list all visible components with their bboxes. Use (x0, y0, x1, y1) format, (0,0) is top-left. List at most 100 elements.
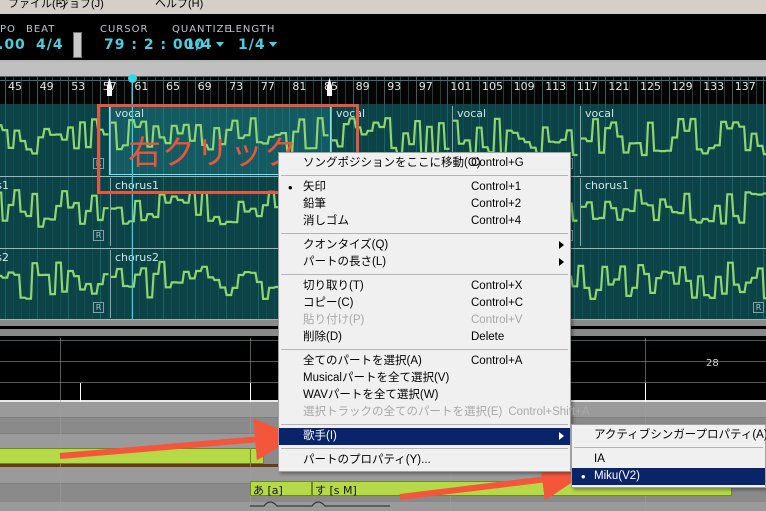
menu-item-accelerator: Control+Shift+A (508, 406, 590, 418)
menu-item-accelerator: Control+G (471, 157, 524, 169)
length-value[interactable]: 1/4 (238, 37, 266, 53)
ruler-tick (668, 77, 670, 104)
menu-separator (574, 447, 763, 448)
menu-item-job[interactable]: ジョブ(J) (58, 0, 104, 11)
record-enable-badge[interactable]: R (93, 230, 104, 241)
checkmark-icon: • (581, 469, 586, 484)
menu-item[interactable]: 削除(D) Delete (279, 329, 570, 346)
ruler-top-bar[interactable] (0, 62, 766, 76)
singer-submenu[interactable]: アクティブシンガープロパティ(A)... IA • Miku(V2) (571, 424, 766, 488)
menu-bar[interactable]: ファイル(F) ジョブ(J) ヘルプ(H) (0, 0, 766, 14)
ruler-tick (637, 77, 638, 104)
menu-item[interactable]: WAVパートを全て選択(W) (279, 387, 570, 404)
menu-item[interactable]: クオンタイズ(Q) (279, 237, 570, 254)
menu-separator (281, 274, 568, 275)
context-menu[interactable]: ソングポジションをここに移動(O) Control+G • 矢印 Control+1 鉛筆… (278, 152, 590, 472)
quantize-dropdown-icon[interactable] (215, 42, 224, 47)
menu-separator (281, 448, 568, 449)
note-resize-handle[interactable] (250, 448, 264, 464)
tempo-value[interactable]: .00 (0, 37, 26, 53)
track-part[interactable]: vocal (580, 106, 766, 174)
ruler-tick (123, 77, 125, 104)
ruler-bar-number: 133 (703, 80, 725, 93)
menu-item[interactable]: 切り取り(T) Control+X (279, 278, 570, 295)
track-part-label: chorus2 (0, 251, 9, 264)
menu-item[interactable]: 選択トラックの全てのパートを選択(E) Control+Shift+A (279, 404, 590, 421)
menu-item[interactable]: • Miku(V2) (572, 468, 765, 485)
menu-item[interactable]: 鉛筆 Control+2 (279, 196, 570, 213)
track-part-label: vocal (115, 107, 145, 120)
ruler-tick (249, 77, 251, 104)
editor-tick-line (250, 383, 251, 402)
menu-item-label: 全てのパートを選択(A) (303, 355, 422, 367)
ruler-tick (91, 77, 93, 104)
ruler-divider (0, 80, 766, 81)
ruler-bar-number: 45 (8, 80, 22, 93)
ruler-tick (700, 77, 702, 104)
ruler-bar-number: 93 (387, 80, 402, 93)
ruler-tick (352, 77, 354, 104)
menu-item[interactable]: Musicalパートを全て選択(V) (279, 370, 570, 387)
track-part-label: vocal (336, 107, 366, 120)
ruler-bar-number: 129 (671, 80, 693, 93)
submenu-arrow-icon (559, 258, 564, 266)
ruler-bar-number: 89 (355, 80, 370, 93)
editor-tick-line (80, 383, 81, 402)
menu-item-label: 切り取り(T) (303, 280, 364, 292)
menu-item-label: 選択トラックの全てのパートを選択(E) (303, 406, 503, 418)
track-part-label: chorus2 (115, 251, 159, 264)
menu-item-label: IA (594, 453, 605, 465)
menu-item-label: クオンタイズ(Q) (303, 239, 389, 251)
submenu-arrow-icon (559, 432, 564, 440)
volume-slider-handle[interactable] (73, 32, 82, 58)
menu-item[interactable]: パートのプロパティ(Y)... (279, 452, 570, 469)
editor-tick-line (645, 383, 646, 402)
ruler-tick (376, 77, 378, 104)
menu-item[interactable]: ソングポジションをここに移動(O) Control+G (279, 155, 570, 172)
ruler-tick (321, 77, 322, 104)
note-bar-long[interactable] (0, 448, 253, 464)
ruler-tick (479, 77, 480, 104)
record-enable-badge[interactable]: R (753, 302, 764, 313)
beat-value[interactable]: 4/4 (36, 37, 64, 53)
annotation-right-click-label: 右クリック (128, 133, 298, 172)
ruler-bar-number: 125 (640, 80, 661, 93)
menu-item-label: 貼り付け(P) (303, 314, 365, 326)
length-dropdown-icon[interactable] (268, 42, 277, 47)
menu-item[interactable]: アクティブシンガープロパティ(A)... (572, 427, 766, 444)
record-enable-badge[interactable]: R (93, 158, 104, 169)
quantize-value[interactable]: 1/4 (185, 37, 213, 53)
ruler-bar-number: 69 (197, 80, 212, 93)
menu-item[interactable]: 歌手(I) (279, 428, 570, 445)
menu-item[interactable]: IA (572, 451, 765, 468)
ruler-tick (28, 77, 30, 104)
menu-item[interactable]: コピー(C) Control+C (279, 295, 570, 312)
ruler-bar-number: 137 (734, 80, 756, 93)
menu-item-label: Miku(V2) (594, 470, 641, 482)
menu-item-accelerator: Control+2 (471, 198, 522, 210)
track-part[interactable]: chorus1 (580, 178, 766, 246)
ruler-bar-number: 105 (482, 80, 503, 93)
ruler-tick (155, 77, 157, 104)
track-part-label: vocal (457, 107, 487, 120)
checkmark-icon: • (288, 180, 293, 195)
record-enable-badge[interactable]: R (93, 302, 104, 313)
menu-item[interactable]: パートの長さ(L) (279, 254, 570, 271)
ruler-tick (415, 77, 417, 104)
playhead[interactable] (132, 76, 133, 320)
note-block[interactable]: あ [a] (250, 481, 312, 497)
menu-item-accelerator: Control+1 (471, 181, 522, 193)
menu-item[interactable]: 貼り付け(P) Control+V (279, 312, 570, 329)
menu-item-help[interactable]: ヘルプ(H) (155, 0, 203, 11)
ruler-tick (407, 77, 409, 104)
track-part-label: chorus1 (585, 179, 629, 192)
menu-item[interactable]: • 矢印 Control+1 (279, 179, 570, 196)
ruler-tick (510, 77, 512, 104)
playhead-handle[interactable] (128, 74, 137, 83)
menu-item[interactable]: 消しゴム Control+4 (279, 213, 570, 230)
tempo-label: PO (0, 24, 16, 35)
menu-item[interactable]: 全てのパートを選択(A) Control+A (279, 353, 570, 370)
ruler-bar-number: 73 (229, 80, 244, 93)
app-window: ファイル(F) ジョブ(J) ヘルプ(H) PO .00 BEAT 4/4 CU… (0, 0, 766, 511)
menu-item-label: 鉛筆 (303, 198, 326, 210)
